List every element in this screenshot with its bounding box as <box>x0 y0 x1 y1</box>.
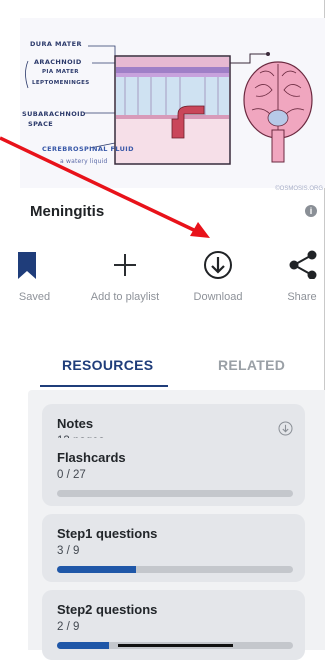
card-title: Step1 questions <box>57 526 158 541</box>
label-caption: a watery liquid <box>60 158 108 165</box>
tab-related[interactable]: RELATED <box>218 357 285 373</box>
share-button[interactable]: Share <box>262 245 325 315</box>
action-bar: Saved Add to playlist Download Share <box>0 245 325 315</box>
active-tab-indicator <box>40 385 168 387</box>
label-pia-mater: Pia Mater <box>42 69 79 75</box>
label-arachnoid: Arachnoid <box>34 58 82 66</box>
download-icon <box>173 249 263 279</box>
card-subtitle: 2 / 9 <box>57 621 80 633</box>
label-csf: Cerebrospinal Fluid <box>42 145 134 153</box>
add-to-playlist-button[interactable]: Add to playlist <box>80 245 170 315</box>
share-icon <box>262 249 325 280</box>
saved-label: Saved <box>18 291 51 303</box>
card-subtitle: 0 / 27 <box>57 469 86 481</box>
label-leptomeninges: Leptomeninges <box>32 80 90 86</box>
card-title: Notes <box>57 416 94 431</box>
info-icon[interactable]: i <box>305 205 317 217</box>
tab-resources[interactable]: RESOURCES <box>62 357 153 373</box>
progress-fill <box>57 642 110 649</box>
download-icon[interactable] <box>278 421 293 436</box>
plus-icon <box>80 249 170 279</box>
resource-card-flashcards[interactable]: Flashcards 0 / 27 <box>42 438 305 506</box>
meninges-illustration: Dura Mater Arachnoid Pia Mater Leptomeni… <box>20 18 325 192</box>
label-subarachnoid: Subarachnoid <box>22 110 86 118</box>
label-space: Space <box>28 120 54 128</box>
home-indicator <box>118 644 233 647</box>
share-label: Share <box>287 291 317 303</box>
app-screen: Dura Mater Arachnoid Pia Mater Leptomeni… <box>0 0 325 660</box>
add-to-playlist-label: Add to playlist <box>90 291 160 303</box>
watermark: ©OSMOSIS.ORG <box>275 186 323 192</box>
card-title: Step2 questions <box>57 602 158 617</box>
card-subtitle: 3 / 9 <box>57 545 80 557</box>
progress-fill <box>57 566 136 573</box>
saved-button[interactable]: Saved <box>0 245 85 315</box>
progress-bar <box>57 566 293 573</box>
label-dura-mater: Dura Mater <box>30 40 82 48</box>
card-title: Flashcards <box>57 450 126 465</box>
download-button[interactable]: Download <box>173 245 263 315</box>
bookmark-icon <box>0 249 85 279</box>
download-label: Download <box>193 291 243 303</box>
resource-card-step1[interactable]: Step1 questions 3 / 9 <box>42 514 305 582</box>
page-title: Meningitis <box>30 203 105 220</box>
progress-bar <box>57 490 293 497</box>
